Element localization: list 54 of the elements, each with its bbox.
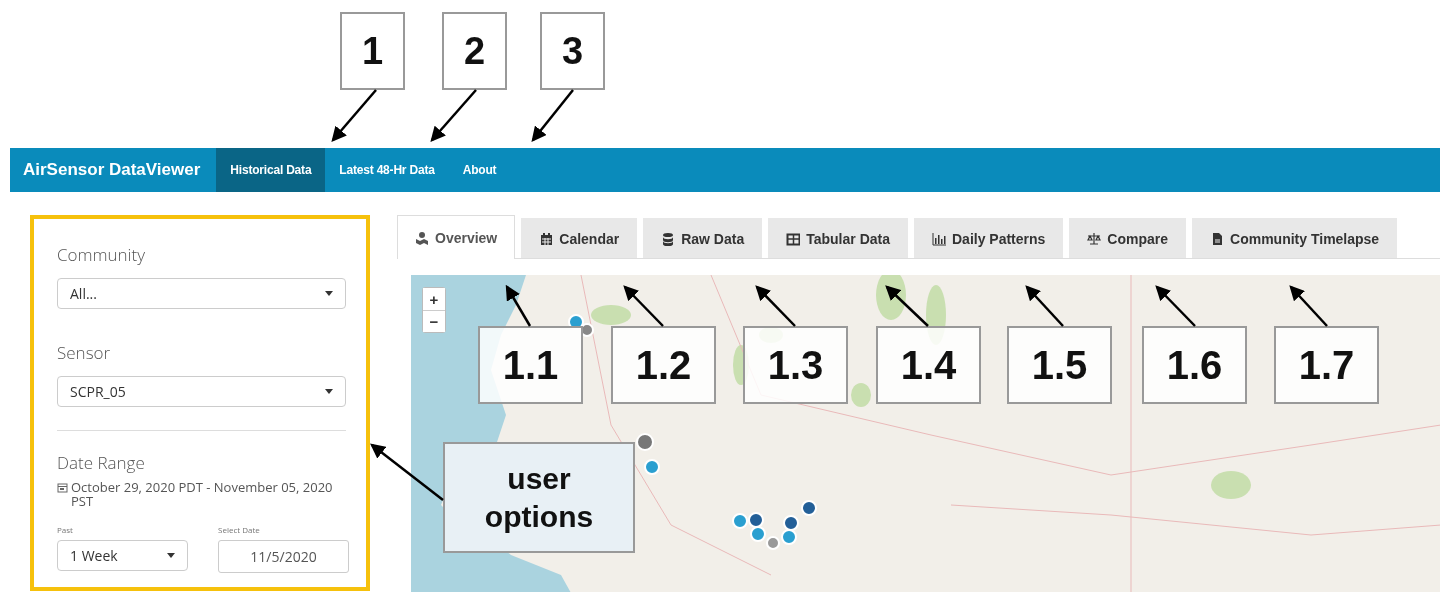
file-icon — [1210, 231, 1225, 246]
field-label: Select Date — [218, 524, 261, 535]
map-icon — [415, 230, 429, 245]
callout-label: 1.7 — [1274, 326, 1379, 404]
zoom-out-button[interactable]: − — [423, 310, 445, 332]
balance-scale-icon — [1087, 231, 1102, 246]
callout-label: 2 — [442, 12, 507, 90]
tab[interactable]: Overview — [397, 215, 516, 259]
arrow — [1155, 285, 1196, 327]
app-title: AirSensor DataViewer — [22, 159, 202, 181]
caret-icon — [325, 389, 333, 394]
callout-label: 1.5 — [1007, 326, 1112, 404]
caret-icon — [167, 553, 175, 558]
caret-icon — [325, 291, 333, 296]
arrow — [885, 285, 929, 327]
arrow — [505, 284, 532, 327]
callout-label: 1.4 — [876, 326, 981, 404]
calendar-icon — [57, 482, 68, 493]
tab[interactable]: Compare — [1069, 218, 1187, 258]
field-label: Past — [57, 524, 74, 535]
table-icon — [786, 231, 801, 246]
callout-label: 3 — [540, 12, 605, 90]
arrow — [755, 285, 796, 327]
section-heading: Date Range — [57, 451, 146, 474]
arrow — [1025, 285, 1064, 327]
callout-label: 1 — [340, 12, 405, 90]
arrow — [1289, 285, 1328, 327]
database-icon — [661, 231, 676, 246]
dropdown[interactable]: SCPR_05 — [57, 376, 346, 407]
tab[interactable]: Community Timelapse — [1192, 218, 1398, 258]
arrow — [531, 89, 574, 142]
callout-label: user options — [443, 442, 635, 553]
arrow — [623, 285, 664, 327]
arrow — [430, 89, 477, 142]
dropdown[interactable]: 1 Week — [57, 540, 188, 571]
callout-label: 1.3 — [743, 326, 848, 404]
tab[interactable]: Tabular Data — [768, 218, 908, 258]
callout-label: 1.1 — [478, 326, 583, 404]
nav-link[interactable]: About — [448, 148, 511, 192]
tab[interactable]: Daily Patterns — [914, 218, 1064, 258]
field-label: Sensor — [57, 341, 112, 364]
calendar-icon — [539, 231, 554, 246]
nav-link[interactable]: Latest 48-Hr Data — [325, 148, 449, 192]
date-field[interactable]: 11/5/2020 — [218, 540, 349, 573]
arrow — [331, 89, 377, 142]
nav-link[interactable]: Historical Data — [216, 148, 326, 192]
tab[interactable]: Calendar — [521, 218, 638, 258]
date-range-text: October 29, 2020 PDT - November 05, 2020 PST — [71, 480, 334, 508]
bar-chart-icon — [932, 231, 946, 246]
callout-label: 1.2 — [611, 326, 716, 404]
field-label: Community — [57, 243, 146, 266]
dropdown[interactable]: All... — [57, 278, 346, 309]
callout-label: 1.6 — [1142, 326, 1247, 404]
tab[interactable]: Raw Data — [643, 218, 763, 258]
